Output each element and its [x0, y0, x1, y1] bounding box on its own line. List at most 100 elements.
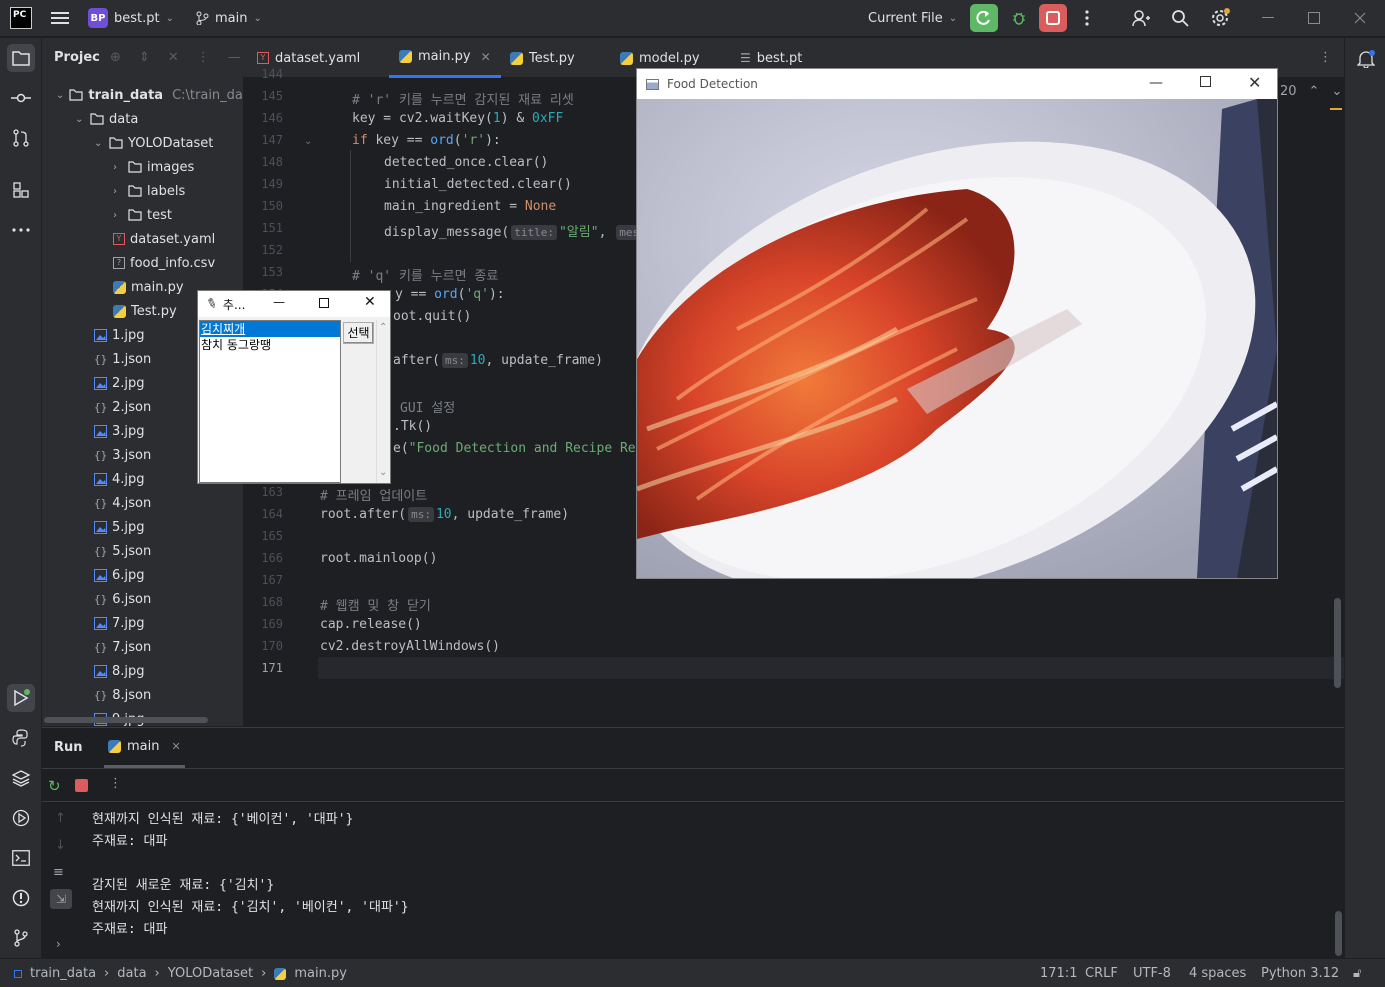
settings-button[interactable]	[1206, 4, 1234, 32]
line-number[interactable]: 151	[243, 221, 283, 235]
minimize-button[interactable]: —	[273, 295, 285, 309]
line-number[interactable]: 147	[243, 133, 283, 147]
locate-icon[interactable]: ⊕	[110, 50, 121, 65]
layers-tool-button[interactable]	[7, 764, 35, 792]
tree-root-train-data[interactable]: ⌄ train_data C:\train_data	[56, 83, 243, 107]
vertical-scrollbar[interactable]	[1334, 598, 1341, 688]
line-number[interactable]: 146	[243, 111, 283, 125]
more-tools-button[interactable]	[7, 216, 35, 244]
project-tool-button[interactable]	[7, 44, 35, 72]
stop-button[interactable]	[1039, 4, 1067, 32]
arrow-down-icon[interactable]: ↓	[55, 838, 66, 853]
line-number[interactable]: 144	[243, 67, 283, 81]
chevron-down-icon[interactable]: ⌄	[379, 467, 387, 478]
structure-tool-button[interactable]	[7, 176, 35, 204]
debug-button[interactable]	[1005, 4, 1033, 32]
fold-marker-icon[interactable]: ⌄	[304, 136, 312, 147]
line-number[interactable]: 165	[243, 529, 283, 543]
caret-position[interactable]: 171:1	[1040, 966, 1077, 981]
line-number[interactable]: 166	[243, 551, 283, 565]
tree-file[interactable]: Ydataset.yaml	[113, 227, 215, 251]
line-number[interactable]: 169	[243, 617, 283, 631]
minimize-button[interactable]	[1254, 4, 1282, 32]
line-number[interactable]: 170	[243, 639, 283, 653]
line-number[interactable]: 148	[243, 155, 283, 169]
run-tab-main[interactable]: main ✕	[104, 728, 185, 768]
breadcrumb-item[interactable]: data	[117, 966, 146, 981]
tree-folder[interactable]: ⌄ YOLODataset	[94, 131, 213, 155]
commit-tool-button[interactable]	[7, 84, 35, 112]
pycharm-icon[interactable]: PC	[10, 7, 32, 29]
close-window-button[interactable]	[1346, 4, 1374, 32]
rerun-icon[interactable]: ↻	[48, 777, 61, 795]
line-number[interactable]: 149	[243, 177, 283, 191]
line-number[interactable]: 145	[243, 89, 283, 103]
tree-file[interactable]: 3.jpg	[94, 419, 145, 443]
tree-file[interactable]: {} 3.json	[94, 443, 151, 467]
services-tool-button[interactable]	[7, 804, 35, 832]
tab-test-py[interactable]: Test.py	[510, 38, 575, 78]
maximize-button[interactable]	[319, 298, 329, 308]
maximize-button[interactable]	[1300, 4, 1328, 32]
list-item[interactable]: 참치 동그랑땡	[200, 337, 340, 353]
listbox-scrollbar[interactable]: ⌃ ⌄	[376, 320, 390, 483]
list-item[interactable]: 김치찌개	[200, 321, 340, 337]
tree-file[interactable]: 6.jpg	[94, 563, 145, 587]
line-number[interactable]: 164	[243, 507, 283, 521]
search-button[interactable]	[1166, 4, 1194, 32]
tree-folder[interactable]: › labels	[113, 179, 185, 203]
breadcrumb-item[interactable]: YOLODataset	[168, 966, 253, 981]
tree-file[interactable]: {} 5.json	[94, 539, 151, 563]
expand-icon[interactable]: ⇕	[139, 50, 150, 65]
tree-file[interactable]: {} 8.json	[94, 683, 151, 707]
project-selector[interactable]: BP best.pt ⌄	[88, 8, 174, 28]
collapse-icon[interactable]: ✕	[168, 50, 179, 65]
scroll-to-end-icon[interactable]: ⇲	[50, 889, 72, 909]
chevron-up-icon[interactable]: ⌃	[379, 322, 387, 333]
breadcrumb-item[interactable]: main.py	[294, 966, 347, 981]
stop-icon[interactable]	[75, 779, 88, 792]
line-separator[interactable]: CRLF	[1085, 966, 1118, 981]
food-detection-window[interactable]: Food Detection — ✕	[636, 68, 1278, 579]
recipe-select-titlebar[interactable]: ✎ 추... — ✕	[198, 291, 390, 317]
close-icon[interactable]: ✕	[481, 50, 491, 64]
arrow-up-icon[interactable]: ↑	[55, 811, 66, 826]
chevron-right-icon[interactable]: ›	[56, 937, 61, 951]
tree-file[interactable]: Test.py	[113, 299, 177, 323]
tree-file[interactable]: ? food_info.csv	[113, 251, 215, 275]
close-icon[interactable]: ✕	[171, 740, 180, 753]
problems-tool-button[interactable]	[7, 884, 35, 912]
more-vertical-icon[interactable]: ⋮	[197, 50, 210, 65]
branch-selector[interactable]: main ⌄	[195, 8, 262, 28]
chevron-up-icon[interactable]: ⌃	[1309, 84, 1320, 99]
main-menu-button[interactable]	[46, 4, 74, 32]
tree-folder[interactable]: ⌄ data	[75, 107, 138, 131]
line-number[interactable]: 150	[243, 199, 283, 213]
minimize-button[interactable]: —	[1149, 75, 1163, 91]
tree-file[interactable]: {} 2.json	[94, 395, 151, 419]
chevron-down-icon[interactable]: ⌄	[1331, 84, 1342, 99]
recipe-select-window[interactable]: ✎ 추... — ✕ 김치찌개 참치 동그랑땡 선택 ⌃ ⌄	[197, 290, 391, 484]
tree-file[interactable]: {} 7.json	[94, 635, 151, 659]
tree-file[interactable]: 4.jpg	[94, 467, 145, 491]
recipe-listbox[interactable]: 김치찌개 참치 동그랑땡	[199, 320, 341, 483]
tree-file[interactable]: 5.jpg	[94, 515, 145, 539]
run-tool-button[interactable]	[7, 684, 35, 712]
code-with-me-button[interactable]	[1127, 4, 1155, 32]
notifications-button[interactable]	[1353, 46, 1379, 72]
git-tool-button[interactable]	[7, 924, 35, 952]
line-number[interactable]: 152	[243, 243, 283, 257]
chevron-right-icon[interactable]: ›	[113, 186, 123, 197]
close-button[interactable]: ✕	[1248, 73, 1261, 92]
tree-file[interactable]: 8.jpg	[94, 659, 145, 683]
chevron-down-icon[interactable]: ⌄	[56, 90, 64, 101]
tree-file[interactable]: 1.jpg	[94, 323, 145, 347]
indent-setting[interactable]: 4 spaces	[1189, 966, 1246, 981]
more-actions-button[interactable]	[1073, 4, 1101, 32]
tree-folder[interactable]: › images	[113, 155, 194, 179]
close-button[interactable]: ✕	[364, 294, 376, 310]
tree-file[interactable]: {} 6.json	[94, 587, 151, 611]
file-encoding[interactable]: UTF-8	[1133, 966, 1171, 981]
rerun-button[interactable]	[970, 4, 998, 32]
python-interpreter[interactable]: Python 3.12	[1261, 966, 1339, 981]
